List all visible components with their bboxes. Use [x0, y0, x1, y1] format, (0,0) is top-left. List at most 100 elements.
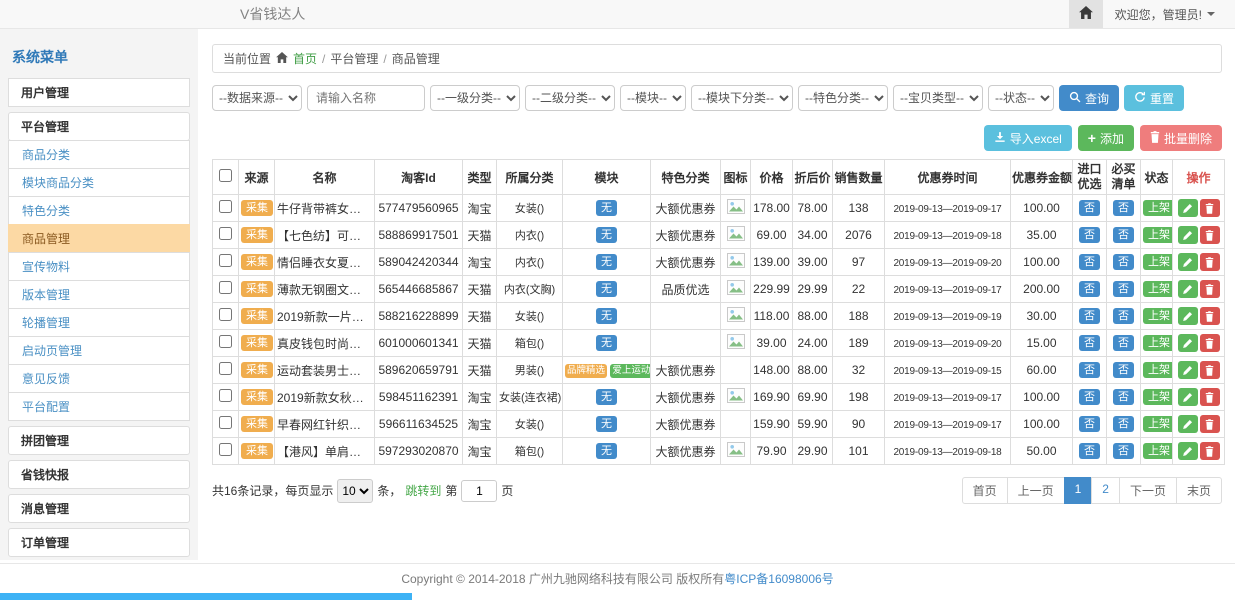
page-button[interactable]: 首页	[962, 477, 1008, 504]
cell: 588216228899	[375, 303, 463, 330]
sidebar-item-1[interactable]: 平台管理	[8, 112, 190, 141]
delete-button[interactable]	[1200, 307, 1220, 325]
row-checkbox[interactable]	[219, 254, 232, 267]
sidebar-item-10[interactable]: 意见反馈	[8, 364, 190, 393]
filter-select[interactable]: --一级分类--	[430, 85, 520, 111]
row-checkbox[interactable]	[219, 416, 232, 429]
row-checkbox[interactable]	[219, 227, 232, 240]
sidebar-item-9[interactable]: 启动页管理	[8, 336, 190, 365]
filter-select[interactable]: --二级分类--	[525, 85, 615, 111]
name-search-input[interactable]	[307, 85, 425, 111]
row-checkbox[interactable]	[219, 308, 232, 321]
status-badge: 否	[1113, 281, 1134, 298]
status-badge: 无	[596, 335, 617, 352]
cell	[1173, 357, 1225, 384]
coupon-time: 2019-09-13—2019-09-18	[893, 447, 1001, 458]
reset-button[interactable]: 重置	[1124, 85, 1184, 111]
jump-link[interactable]: 跳转到	[405, 482, 441, 499]
cell: 565446685867	[375, 276, 463, 303]
bulk-delete-button[interactable]: 批量删除	[1140, 125, 1222, 151]
filter-select[interactable]: --数据来源--	[212, 85, 302, 111]
filter-select[interactable]: --特色分类--	[798, 85, 888, 111]
sidebar-item-0[interactable]: 用户管理	[8, 78, 190, 107]
product-category: 女装()	[515, 419, 544, 431]
edit-button[interactable]	[1178, 334, 1198, 352]
filter-select[interactable]: --模块--	[620, 85, 686, 111]
sidebar-item-3[interactable]: 模块商品分类	[8, 168, 190, 197]
page-button[interactable]: 末页	[1176, 477, 1222, 504]
import-excel-button[interactable]: 导入excel	[984, 125, 1072, 151]
delete-button[interactable]	[1200, 415, 1220, 433]
row-checkbox[interactable]	[219, 389, 232, 402]
status-badge: 否	[1113, 416, 1134, 433]
page-button[interactable]: 上一页	[1007, 477, 1065, 504]
cell: 否	[1073, 249, 1107, 276]
horizontal-scrollbar-thumb[interactable]	[0, 593, 412, 600]
row-checkbox[interactable]	[219, 281, 232, 294]
row-checkbox[interactable]	[219, 443, 232, 456]
product-name: 【港风】单肩斜挎链条...	[277, 443, 372, 460]
cell: 无	[563, 222, 651, 249]
delete-button[interactable]	[1200, 280, 1220, 298]
sidebar-item-11[interactable]: 平台配置	[8, 392, 190, 421]
cell	[213, 195, 239, 222]
edit-button[interactable]	[1178, 280, 1198, 298]
select-all-checkbox[interactable]	[219, 169, 232, 182]
edit-button[interactable]	[1178, 307, 1198, 325]
cell	[1173, 411, 1225, 438]
status-badge: 否	[1113, 200, 1134, 217]
edit-button[interactable]	[1178, 442, 1198, 460]
thumbnail-icon	[727, 284, 745, 298]
table-row: 采集牛仔背带裤女秋装减龄...577479560965淘宝女装()无大额优惠券1…	[213, 195, 1225, 222]
edit-button[interactable]	[1178, 361, 1198, 379]
page-button[interactable]: 下一页	[1119, 477, 1177, 504]
edit-button[interactable]	[1178, 199, 1198, 217]
delete-button[interactable]	[1200, 442, 1220, 460]
sidebar-item-2[interactable]: 商品分类	[8, 140, 190, 169]
product-name: 情侣睡衣女夏丝绸男士...	[277, 254, 372, 271]
filter-select[interactable]: --宝贝类型--	[893, 85, 983, 111]
sidebar-item-7[interactable]: 版本管理	[8, 280, 190, 309]
row-checkbox[interactable]	[219, 335, 232, 348]
delete-button[interactable]	[1200, 226, 1220, 244]
cell	[213, 276, 239, 303]
jump-page-input[interactable]	[461, 480, 497, 502]
sidebar-item-13[interactable]: 省钱快报	[8, 460, 190, 489]
edit-button[interactable]	[1178, 253, 1198, 271]
cell: 运动套装男士卫衣初秋...	[275, 357, 375, 384]
delete-button[interactable]	[1200, 199, 1220, 217]
cell: 188	[833, 303, 885, 330]
home-button[interactable]	[1069, 0, 1103, 28]
sidebar-item-12[interactable]: 拼团管理	[8, 426, 190, 455]
edit-button[interactable]	[1178, 415, 1198, 433]
per-page-select[interactable]: 10	[337, 479, 373, 503]
sidebar-item-6[interactable]: 宣传物料	[8, 252, 190, 281]
status-badge: 否	[1113, 443, 1134, 460]
page-button[interactable]: 2	[1091, 477, 1120, 504]
icp-link[interactable]: 粤ICP备16098006号	[724, 572, 833, 586]
row-checkbox[interactable]	[219, 200, 232, 213]
sidebar-item-8[interactable]: 轮播管理	[8, 308, 190, 337]
row-checkbox[interactable]	[219, 362, 232, 375]
search-button[interactable]: 查询	[1059, 85, 1119, 111]
delete-button[interactable]	[1200, 253, 1220, 271]
coupon-time: 2019-09-13—2019-09-18	[893, 231, 1001, 242]
cell: 采集	[239, 330, 275, 357]
delete-button[interactable]	[1200, 388, 1220, 406]
sidebar-item-14[interactable]: 消息管理	[8, 494, 190, 523]
sidebar-item-5[interactable]: 商品管理	[8, 224, 190, 253]
add-button[interactable]: + 添加	[1078, 125, 1134, 151]
filter-select[interactable]: --状态--	[988, 85, 1054, 111]
app-title: V省钱达人	[240, 0, 305, 28]
delete-button[interactable]	[1200, 361, 1220, 379]
user-dropdown[interactable]: 欢迎您，管理员!	[1103, 0, 1227, 28]
breadcrumb-home-link[interactable]: 首页	[293, 50, 317, 67]
edit-button[interactable]	[1178, 226, 1198, 244]
cell	[721, 384, 751, 411]
edit-button[interactable]	[1178, 388, 1198, 406]
sidebar-item-4[interactable]: 特色分类	[8, 196, 190, 225]
filter-select[interactable]: --模块下分类--	[691, 85, 793, 111]
page-button[interactable]: 1	[1064, 477, 1093, 504]
delete-button[interactable]	[1200, 334, 1220, 352]
sidebar-item-15[interactable]: 订单管理	[8, 528, 190, 557]
